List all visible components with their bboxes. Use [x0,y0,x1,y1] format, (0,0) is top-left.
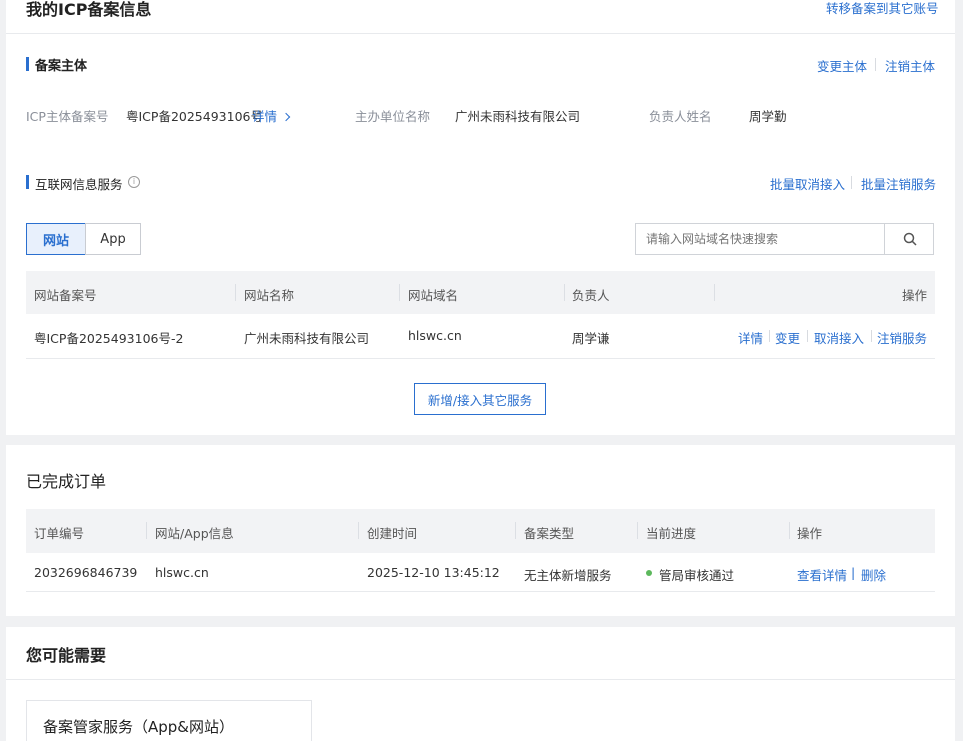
col-domain: 网站域名 [408,288,459,303]
order-info-cell: hlswc.cn [155,565,209,580]
filing-manager-service-card[interactable]: 备案管家服务（App&网站） [26,700,312,741]
tab-app[interactable]: App [85,223,141,255]
col-separator [515,522,516,539]
add-service-label: 新增/接入其它服务 [427,392,533,408]
page-title: 我的ICP备案信息 [26,0,152,19]
service-section-bar [26,175,29,189]
icp-detail-link[interactable]: 详情 [252,106,291,125]
col-info: 网站/App信息 [155,526,234,541]
search-button[interactable] [884,223,934,255]
subject-section-title: 备案主体 [35,59,88,74]
orders-table-header: 订单编号 网站/App信息 创建时间 备案类型 当前进度 操作 [26,509,935,553]
col-progress: 当前进度 [646,526,697,541]
site-name-cell: 广州未雨科技有限公司 [244,331,370,346]
header-divider [6,33,955,34]
delete-order-link[interactable]: 删除 [861,565,886,584]
link-divider [875,58,876,71]
col-order-no: 订单编号 [34,526,85,541]
col-created: 创建时间 [367,526,418,541]
search-icon [903,232,917,246]
order-type-cell: 无主体新增服务 [524,568,612,583]
chevron-right-icon [281,112,291,122]
domain-search-box [635,223,934,255]
org-name-label: 主办单位名称 [355,109,431,124]
link-divider [769,330,770,342]
tab-app-label: App [100,231,126,247]
domain-search-input[interactable] [636,224,884,254]
tab-website-label: 网站 [42,233,69,249]
add-service-button[interactable]: 新增/接入其它服务 [414,383,546,415]
col-separator [714,284,715,301]
col-separator [146,522,147,539]
col-separator [564,284,565,301]
row-divider [26,358,935,359]
row-cancel-service-link[interactable]: 注销服务 [877,328,927,347]
icp-detail-label: 详情 [252,109,278,124]
orders-card: 已完成订单 订单编号 网站/App信息 创建时间 备案类型 当前进度 操作 20… [6,445,955,616]
row-cancel-access-link[interactable]: 取消接入 [814,328,864,347]
batch-cancel-service-link[interactable]: 批量注销服务 [861,174,936,193]
col-type: 备案类型 [524,526,575,541]
icp-number-label: ICP主体备案号 [26,109,109,124]
transfer-record-link[interactable]: 转移备案到其它账号 [826,0,939,17]
subject-section-bar [26,57,29,71]
col-record-no: 网站备案号 [34,288,97,303]
order-created-cell: 2025-12-10 13:45:12 [367,565,500,580]
col-site-name: 网站名称 [244,288,295,303]
batch-cancel-access-link[interactable]: 批量取消接入 [770,174,845,193]
needs-divider [6,679,955,680]
you-may-need-card: 您可能需要 备案管家服务（App&网站） [6,627,955,741]
info-icon[interactable]: i [128,176,140,188]
domain-cell: hlswc.cn [408,328,462,343]
col-owner: 负责人 [572,288,610,303]
person-name-value: 周学勤 [749,109,787,124]
col-actions: 操作 [901,288,927,303]
orders-title: 已完成订单 [26,472,107,491]
col-separator [789,522,790,539]
filing-manager-service-title: 备案管家服务（App&网站） [43,718,235,736]
col-separator [358,522,359,539]
col-separator [399,284,400,301]
row-divider [26,591,935,592]
link-divider [807,330,808,342]
change-subject-link[interactable]: 变更主体 [817,56,867,75]
org-name-value: 广州未雨科技有限公司 [455,109,581,124]
order-progress-cell: 管局审核通过 [659,568,735,583]
record-no-cell: 粤ICP备2025493106号-2 [34,331,184,346]
order-action-separator: | [851,565,856,580]
row-change-link[interactable]: 变更 [775,328,800,347]
link-divider [871,330,872,342]
status-dot-icon [646,570,652,576]
you-may-need-title: 您可能需要 [26,646,107,665]
website-table-header: 网站备案号 网站名称 网站域名 负责人 操作 [26,271,935,314]
col-separator [235,284,236,301]
cancel-subject-link[interactable]: 注销主体 [885,56,935,75]
tab-website[interactable]: 网站 [26,223,86,255]
col-separator [637,522,638,539]
view-order-detail-link[interactable]: 查看详情 [797,565,847,584]
icp-number-value: 粤ICP备2025493106号 [126,109,263,124]
person-name-label: 负责人姓名 [649,109,712,124]
row-detail-link[interactable]: 详情 [738,328,763,347]
col-order-actions: 操作 [797,526,823,541]
table-row: 粤ICP备2025493106号-2 广州未雨科技有限公司 hlswc.cn 周… [26,314,935,358]
icp-info-card: 我的ICP备案信息 转移备案到其它账号 备案主体 变更主体 注销主体 ICP主体… [6,0,955,435]
order-no-cell: 2032696846739 [34,565,138,580]
service-section-title: 互联网信息服务 [35,177,123,192]
owner-cell: 周学谦 [572,331,610,346]
link-divider [851,176,852,189]
table-row: 2032696846739 hlswc.cn 2025-12-10 13:45:… [26,553,935,591]
